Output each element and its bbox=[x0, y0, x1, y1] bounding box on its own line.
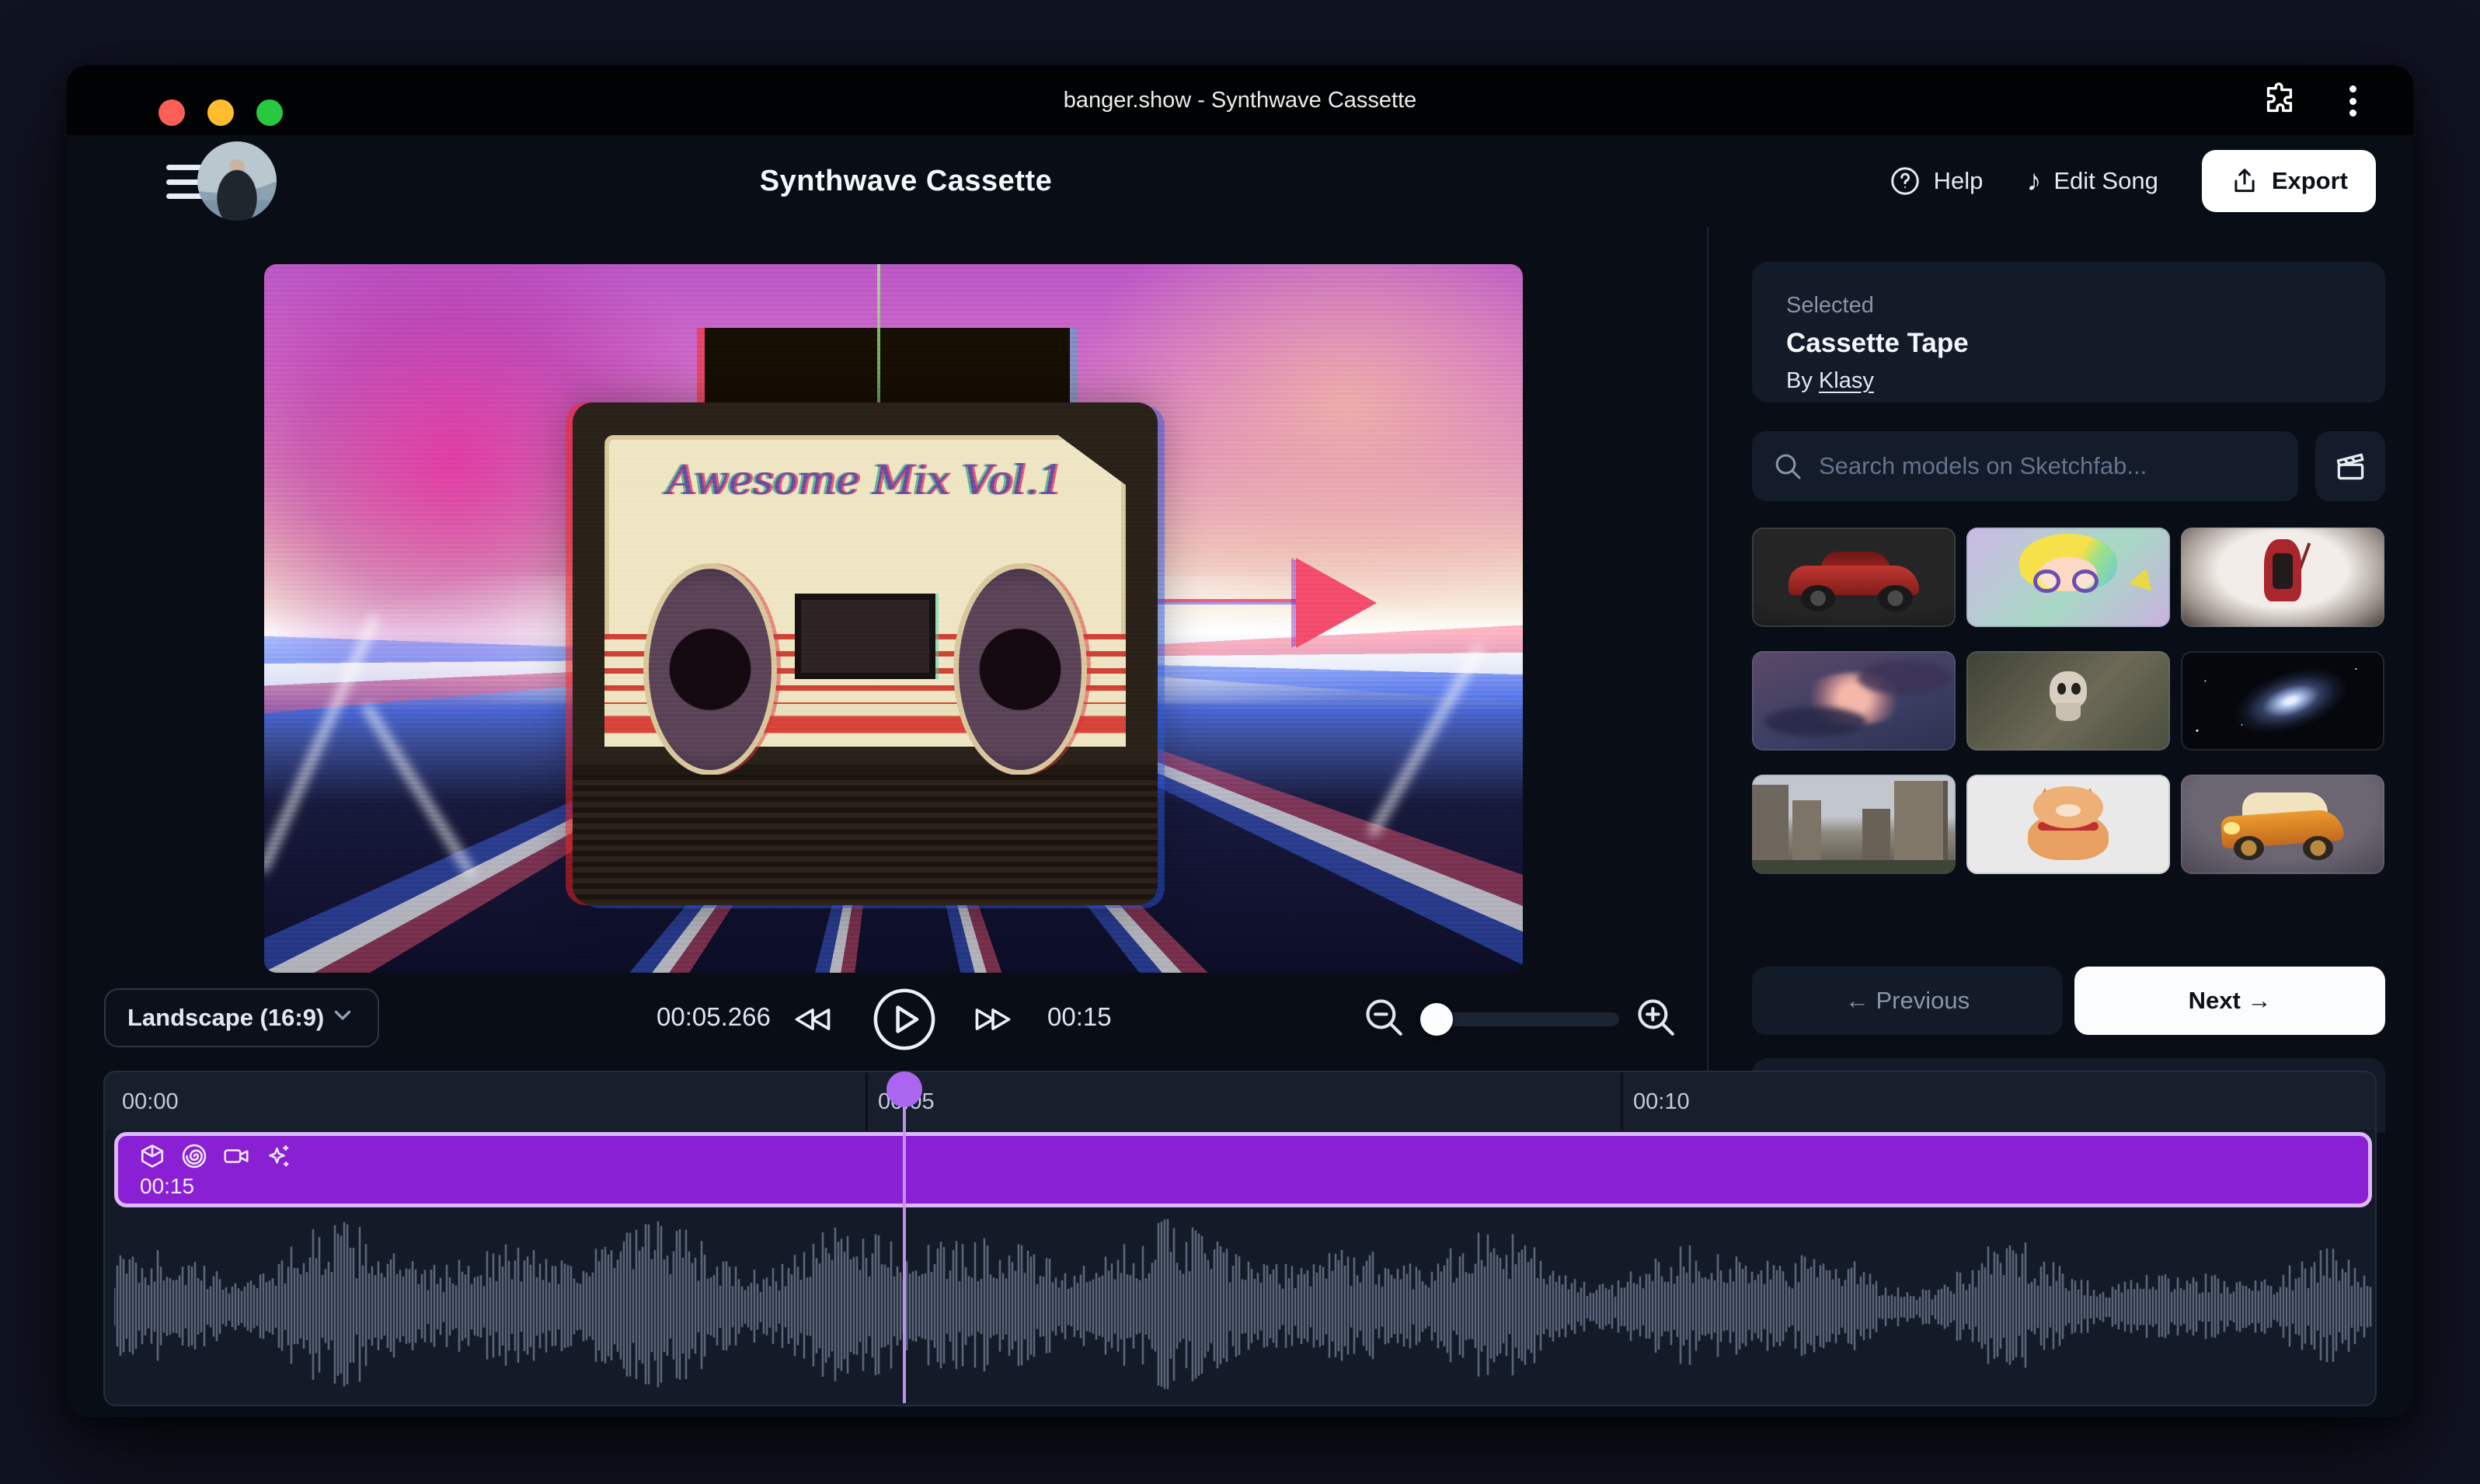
help-question-icon bbox=[1889, 165, 1921, 197]
edit-song-button[interactable]: ♪ Edit Song bbox=[2026, 166, 2158, 196]
window-title: banger.show - Synthwave Cassette bbox=[67, 65, 2413, 135]
user-avatar[interactable] bbox=[197, 141, 277, 221]
music-note-icon: ♪ bbox=[2026, 166, 2041, 196]
fast-forward-button[interactable] bbox=[968, 995, 1018, 1044]
timeline-ruler[interactable]: 00:00 00:05 00:10 bbox=[105, 1072, 2375, 1130]
extensions-puzzle-icon[interactable] bbox=[2261, 82, 2297, 118]
model-thumbnail-fantasy-warrior[interactable] bbox=[2181, 528, 2384, 627]
model-thumbnail-abandoned-city[interactable] bbox=[1752, 775, 1956, 874]
model-thumbnail-cartoon-car[interactable] bbox=[2181, 775, 2384, 874]
pager-row: ← Previous Next → bbox=[1752, 967, 2385, 1035]
desktop-wallpaper: banger.show - Synthwave Cassette Synthwa… bbox=[0, 0, 2480, 1484]
scene-clip[interactable]: 00:15 bbox=[114, 1132, 2372, 1207]
model-thumbnail-skull[interactable] bbox=[1966, 651, 2170, 751]
3d-cube-icon bbox=[138, 1142, 166, 1170]
model-sidebar: Selected Cassette Tape By Klasy bbox=[1752, 262, 2385, 1071]
clip-icons bbox=[138, 1142, 292, 1170]
zoom-out-icon[interactable] bbox=[1361, 995, 1408, 1041]
search-input[interactable] bbox=[1752, 431, 2298, 501]
timeline-panel: 00:00 00:05 00:10 bbox=[103, 1071, 2377, 1406]
export-share-icon bbox=[2230, 166, 2259, 196]
play-button[interactable] bbox=[870, 985, 939, 1054]
timeline-zoom-slider[interactable] bbox=[1420, 1012, 1619, 1026]
next-page-button[interactable]: Next → bbox=[2074, 967, 2385, 1035]
model-thumbnail-anime-girl[interactable] bbox=[1966, 528, 2170, 627]
model-thumbnail-spiral-galaxy[interactable] bbox=[2181, 651, 2384, 751]
total-duration: 00:15 bbox=[1047, 1002, 1112, 1032]
playhead-line[interactable] bbox=[903, 1089, 906, 1403]
selected-model-name: Cassette Tape bbox=[1786, 328, 2351, 359]
selected-model-card: Selected Cassette Tape By Klasy bbox=[1752, 262, 2385, 402]
current-time: 00:05.266 bbox=[657, 1002, 789, 1032]
export-button[interactable]: Export bbox=[2202, 150, 2376, 212]
zoom-in-icon[interactable] bbox=[1633, 995, 1680, 1041]
author-link[interactable]: Klasy bbox=[1819, 368, 1874, 393]
project-title: Synthwave Cassette bbox=[362, 135, 1450, 227]
model-thumbnail-stormy-clouds[interactable] bbox=[1752, 651, 1956, 751]
selected-model-author: By Klasy bbox=[1786, 368, 2351, 394]
model-thumbnail-shiba-dog[interactable] bbox=[1966, 775, 2170, 874]
zoom-slider-knob[interactable] bbox=[1420, 1003, 1453, 1036]
preview-vhs-overlay bbox=[264, 264, 1523, 973]
ruler-label: 00:00 bbox=[122, 1089, 179, 1115]
video-camera-icon bbox=[222, 1142, 250, 1170]
help-button[interactable]: Help bbox=[1889, 165, 1984, 197]
ruler-label: 00:10 bbox=[1633, 1089, 1690, 1115]
model-thumbnail-red-sports-car[interactable] bbox=[1752, 528, 1956, 627]
ruler-gridline bbox=[866, 1072, 868, 1130]
clapperboard-button[interactable] bbox=[2315, 431, 2385, 501]
header-actions: Help ♪ Edit Song Export bbox=[1889, 135, 2376, 227]
clip-duration: 00:15 bbox=[140, 1174, 194, 1199]
playhead-handle[interactable] bbox=[886, 1071, 922, 1107]
app-window: banger.show - Synthwave Cassette Synthwa… bbox=[67, 65, 2413, 1417]
search-row bbox=[1752, 431, 2385, 501]
video-preview[interactable]: Awesome Mix Vol.1 bbox=[264, 264, 1523, 973]
selected-heading: Selected bbox=[1786, 293, 2351, 319]
sidebar-divider bbox=[1707, 227, 1708, 1071]
chevron-down-icon bbox=[329, 1002, 356, 1034]
sparkles-icon bbox=[264, 1142, 292, 1170]
window-titlebar: banger.show - Synthwave Cassette bbox=[67, 65, 2413, 135]
browser-menu-kebab-icon[interactable] bbox=[2349, 85, 2357, 117]
audio-waveform[interactable] bbox=[114, 1212, 2372, 1403]
aspect-ratio-dropdown[interactable]: Landscape (16:9) bbox=[104, 988, 379, 1047]
clapperboard-icon bbox=[2333, 449, 2367, 483]
ruler-gridline bbox=[1621, 1072, 1623, 1130]
spiral-icon bbox=[180, 1142, 208, 1170]
model-thumbnail-grid bbox=[1752, 528, 2385, 874]
previous-page-button[interactable]: ← Previous bbox=[1752, 967, 2063, 1035]
app-header: Synthwave Cassette Help ♪ Edit Song bbox=[67, 135, 2413, 227]
rewind-button[interactable] bbox=[788, 995, 838, 1044]
